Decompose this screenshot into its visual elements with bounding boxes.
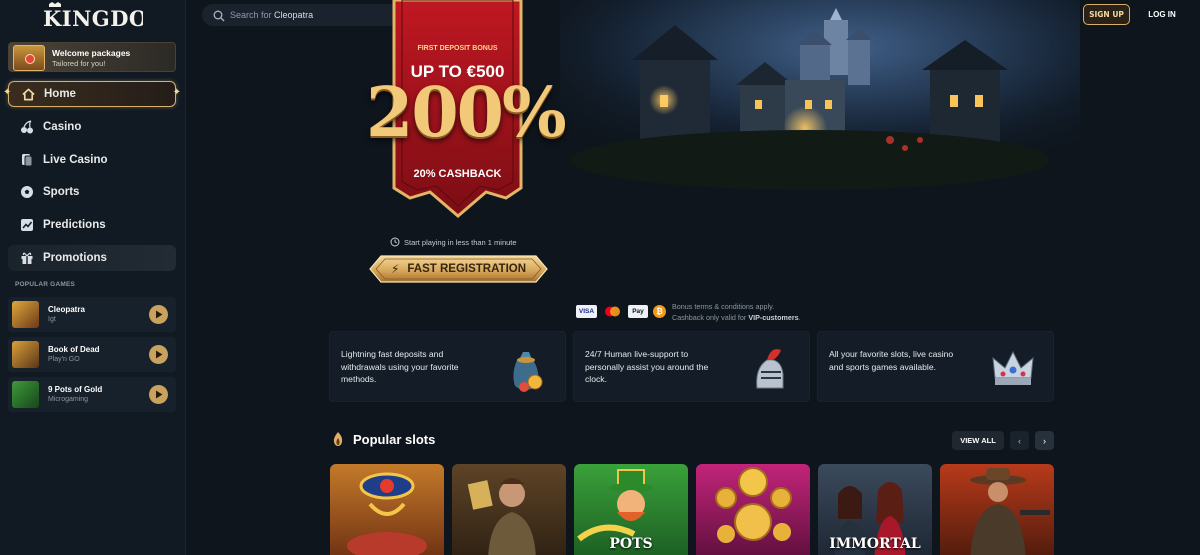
- terms-line: Cashback only valid for: [672, 313, 749, 322]
- game-name: Book of Dead: [48, 345, 100, 354]
- clock-icon: [390, 237, 400, 247]
- kingdom-logo[interactable]: KINGDOM: [43, 2, 171, 31]
- home-icon: [21, 87, 35, 101]
- play-icon[interactable]: [149, 305, 168, 324]
- feature-card-deposits: Lightning fast deposits and withdrawals …: [329, 331, 566, 402]
- vip-customers-text: VIP-customers: [748, 313, 799, 322]
- cherries-icon: [20, 120, 34, 134]
- fast-registration-button[interactable]: ⚡ FAST REGISTRATION: [367, 253, 550, 285]
- knight-helmet-icon: [741, 340, 797, 396]
- popular-game-item[interactable]: Cleopatra Igt: [8, 297, 176, 332]
- search-placeholder: Search for Cleopatra: [230, 10, 314, 20]
- sidebar-item-label: Sports: [43, 186, 80, 198]
- sign-up-button[interactable]: SIGN UP: [1083, 4, 1130, 25]
- sidebar: KINGDOM Welcome packages Tailored for yo…: [0, 0, 186, 555]
- visa-icon: VISA: [576, 305, 597, 318]
- game-thumbnail: [12, 381, 39, 408]
- welcome-subtitle: Tailored for you!: [52, 59, 106, 68]
- slot-card[interactable]: [940, 464, 1054, 555]
- payment-methods: VISA Pay ₿: [576, 305, 666, 318]
- gold-coins-icon: [715, 467, 792, 543]
- start-playing-text: Start playing in less than 1 minute: [404, 237, 517, 247]
- adventurer-icon: [467, 478, 536, 555]
- popular-game-item[interactable]: 9 Pots of Gold Microgaming: [8, 377, 176, 412]
- chevron-right-icon: ›: [1043, 435, 1046, 446]
- slot-card[interactable]: IMMORTAL: [818, 464, 932, 555]
- sidebar-item-casino[interactable]: Casino: [8, 114, 176, 140]
- search-icon: [213, 9, 225, 22]
- lightning-icon: ⚡: [390, 262, 400, 276]
- slot-title: POTS: [609, 536, 653, 552]
- view-all-button[interactable]: VIEW ALL: [952, 431, 1004, 450]
- game-provider: Microgaming: [48, 396, 89, 403]
- feature-text: Lightning fast deposits and withdrawals …: [341, 349, 459, 384]
- slot-card[interactable]: [452, 464, 566, 555]
- log-in-button[interactable]: LOG IN: [1142, 4, 1182, 25]
- bonus-percent: 200%: [366, 73, 567, 153]
- popular-slots-heading: Popular slots: [332, 432, 435, 447]
- previous-arrow-button[interactable]: ‹: [1010, 431, 1029, 450]
- cards-icon: [20, 153, 34, 167]
- soccer-ball-icon: [20, 185, 34, 199]
- slot-card[interactable]: [696, 464, 810, 555]
- game-name: 9 Pots of Gold: [48, 385, 103, 394]
- bonus-terms-note: Bonus terms & conditions apply. Cashback…: [672, 302, 801, 322]
- chart-icon: [20, 218, 34, 232]
- cowboy-icon: [970, 468, 1050, 555]
- first-deposit-label: FIRST DEPOSIT BONUS: [417, 45, 498, 52]
- eye-of-horus-icon: [347, 472, 427, 555]
- start-playing-note: Start playing in less than 1 minute: [390, 237, 517, 247]
- feature-card-support: 24/7 Human live-support to personally as…: [573, 331, 810, 402]
- sidebar-item-label: Home: [44, 88, 76, 100]
- game-thumbnail: [12, 341, 39, 368]
- popular-game-item[interactable]: Book of Dead Play'n GO: [8, 337, 176, 372]
- sidebar-item-home[interactable]: Home: [3, 81, 181, 107]
- play-icon[interactable]: [149, 345, 168, 364]
- play-icon[interactable]: [149, 385, 168, 404]
- game-thumbnail: [12, 301, 39, 328]
- sidebar-item-label: Predictions: [43, 219, 106, 231]
- cashback-label: 20% CASHBACK: [413, 168, 502, 180]
- logo-text: KINGDOM: [43, 6, 143, 30]
- castle-village-illustration: [560, 0, 1080, 190]
- feature-card-games: All your favorite slots, live casino and…: [817, 331, 1054, 402]
- mastercard-icon: [602, 305, 623, 318]
- treasure-chest-icon: [13, 45, 45, 71]
- slot-title: IMMORTAL: [829, 536, 921, 552]
- first-deposit-bonus-banner[interactable]: FIRST DEPOSIT BONUS UP TO €500 200% 20% …: [366, 0, 567, 220]
- section-title: Popular slots: [353, 432, 436, 447]
- sidebar-item-label: Promotions: [43, 252, 107, 264]
- chevron-left-icon: ‹: [1018, 435, 1021, 446]
- welcome-packages-banner[interactable]: Welcome packages Tailored for you!: [8, 42, 176, 72]
- flame-icon: [332, 432, 344, 447]
- sidebar-item-live-casino[interactable]: Live Casino: [8, 147, 176, 173]
- feature-text: All your favorite slots, live casino and…: [829, 349, 954, 372]
- sidebar-item-promotions[interactable]: Promotions: [8, 245, 176, 271]
- terms-line: Bonus terms & conditions apply.: [672, 302, 775, 311]
- apple-pay-icon: Pay: [628, 305, 648, 318]
- gift-icon: [20, 251, 34, 265]
- crown-icon: [985, 340, 1041, 396]
- sidebar-item-predictions[interactable]: Predictions: [8, 212, 176, 238]
- popular-games-heading: POPULAR GAMES: [15, 281, 76, 288]
- sidebar-item-label: Live Casino: [43, 154, 108, 166]
- cta-label: FAST REGISTRATION: [407, 263, 527, 275]
- sidebar-item-label: Casino: [43, 121, 82, 133]
- feature-text: 24/7 Human live-support to personally as…: [585, 349, 709, 384]
- slot-card[interactable]: POTS: [574, 464, 688, 555]
- money-bag-icon: [497, 340, 553, 396]
- next-arrow-button[interactable]: ›: [1035, 431, 1054, 450]
- bitcoin-icon: ₿: [653, 305, 666, 318]
- slot-card[interactable]: [330, 464, 444, 555]
- game-name: Cleopatra: [48, 305, 85, 314]
- sidebar-item-sports[interactable]: Sports: [8, 179, 176, 205]
- game-provider: Igt: [48, 316, 56, 323]
- game-provider: Play'n GO: [48, 356, 80, 363]
- welcome-title: Welcome packages: [52, 48, 131, 58]
